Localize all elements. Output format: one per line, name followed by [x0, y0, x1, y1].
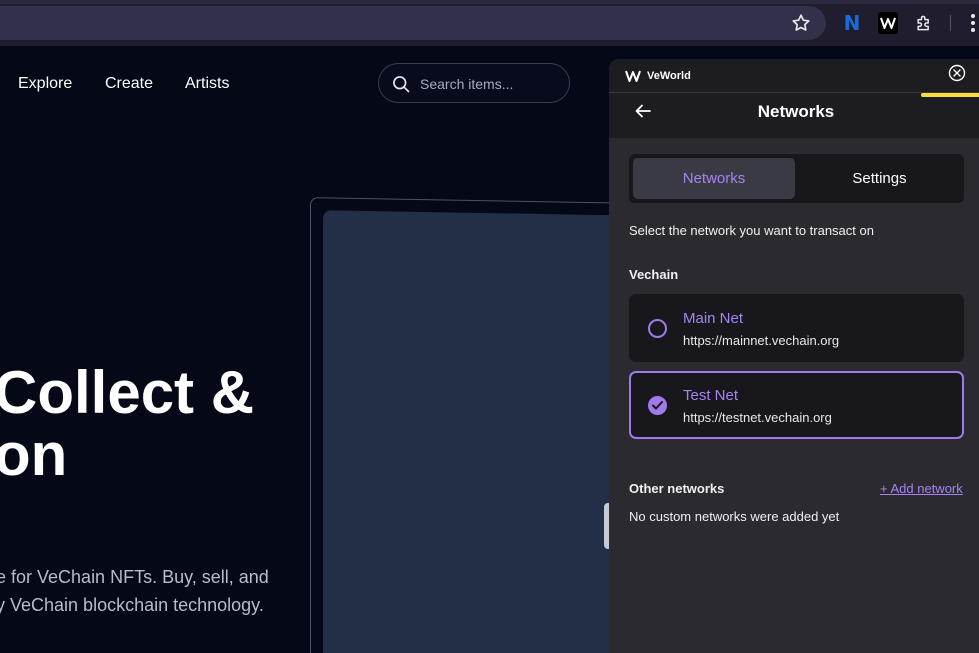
empty-networks-message: No custom networks were added yet: [629, 509, 840, 524]
veworld-wallet-panel: VeWorld Networks Networks Settings Selec…: [609, 59, 979, 653]
veworld-extension-icon[interactable]: [878, 12, 898, 34]
search-input[interactable]: Search items...: [378, 63, 570, 103]
status-indicator: [921, 93, 979, 97]
hero-card-image: [323, 210, 643, 653]
wallet-titlebar: VeWorld: [609, 59, 979, 93]
network-option-testnet[interactable]: Test Net https://testnet.vechain.org: [629, 371, 964, 439]
network-url: https://mainnet.vechain.org: [683, 333, 840, 348]
nav-create[interactable]: Create: [105, 75, 153, 93]
group-label-vechain: Vechain: [629, 267, 679, 282]
tab-strip: [0, 0, 979, 4]
network-name: Test Net: [683, 387, 739, 404]
browser-menu-icon[interactable]: [970, 13, 976, 33]
nav-artists[interactable]: Artists: [185, 75, 229, 93]
search-icon: [393, 76, 410, 93]
wallet-header: Networks: [609, 93, 979, 138]
n-extension-icon[interactable]: N: [842, 11, 862, 35]
instruction-text: Select the network you want to transact …: [629, 223, 874, 238]
page-title: Networks: [757, 102, 835, 121]
network-url: https://testnet.vechain.org: [683, 410, 832, 425]
networks-settings-toggle: Networks Settings: [629, 154, 964, 203]
nav-explore[interactable]: Explore: [18, 75, 72, 93]
wallet-app-name: VeWorld: [647, 70, 691, 82]
toolbar-separator: [950, 15, 951, 31]
close-icon[interactable]: [948, 64, 966, 82]
network-name: Main Net: [683, 310, 744, 327]
hero-title: Collect & on: [0, 359, 255, 488]
search-placeholder: Search items...: [420, 76, 514, 92]
hero-description: e for VeChain NFTs. Buy, sell, and y VeC…: [0, 567, 269, 615]
other-networks-label: Other networks: [629, 481, 725, 496]
network-option-mainnet[interactable]: Main Net https://mainnet.vechain.org: [629, 294, 964, 362]
browser-toolbar: N: [0, 0, 979, 46]
address-bar[interactable]: [0, 6, 826, 40]
tab-networks[interactable]: Networks: [633, 158, 795, 199]
add-network-link[interactable]: + Add network: [880, 481, 963, 496]
tab-settings[interactable]: Settings: [799, 158, 960, 199]
radio-checked-icon[interactable]: [648, 396, 667, 415]
bookmark-star-icon[interactable]: [790, 12, 812, 34]
puzzle-icon[interactable]: [914, 12, 934, 34]
radio-unchecked-icon[interactable]: [648, 319, 667, 338]
veworld-logo-icon: [625, 69, 641, 87]
